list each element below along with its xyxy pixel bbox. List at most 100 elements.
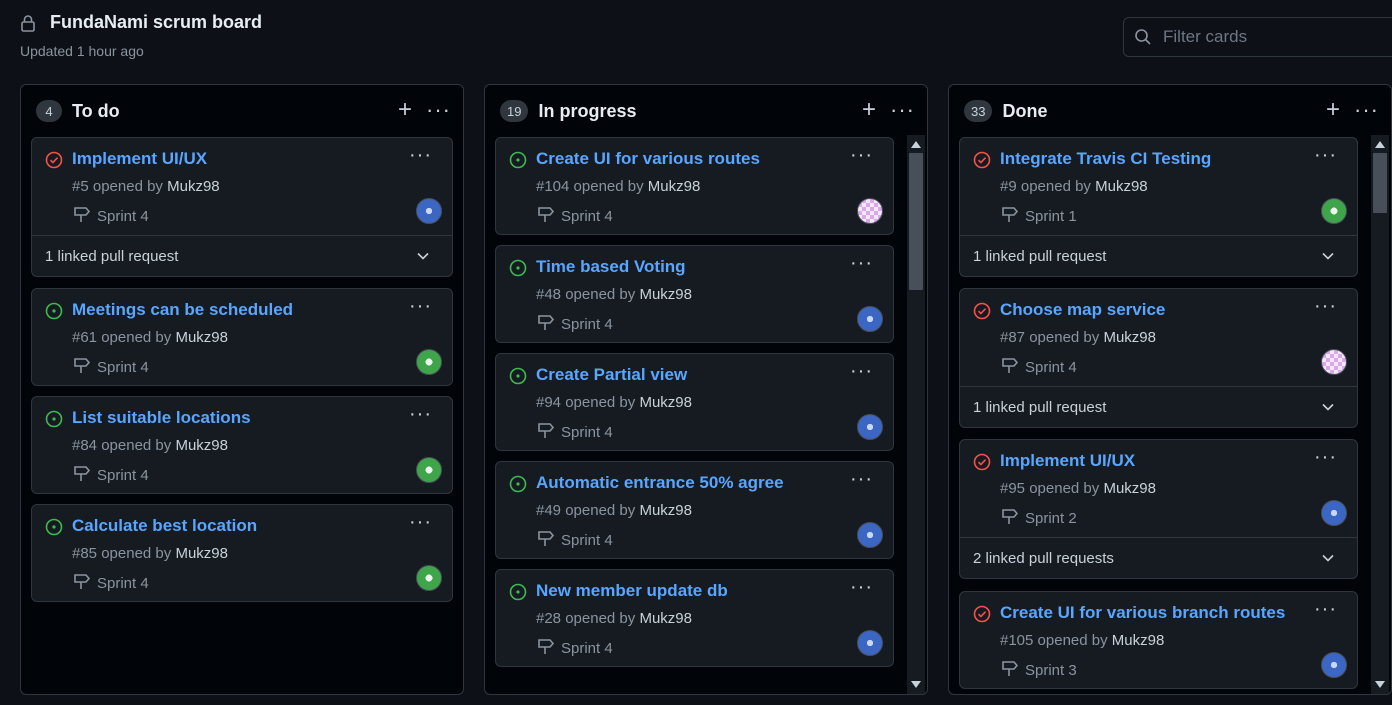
milestone[interactable]: Sprint 4 — [536, 636, 613, 660]
card-menu-button[interactable]: ··· — [1314, 598, 1337, 621]
card-menu-button[interactable]: ··· — [409, 295, 432, 318]
card-menu-button[interactable]: ··· — [409, 511, 432, 534]
card-menu-button[interactable]: ··· — [850, 360, 873, 383]
issue-title-link[interactable]: Implement UI/UX — [72, 149, 207, 169]
add-card-button[interactable]: + — [1326, 98, 1340, 122]
card-menu-button[interactable]: ··· — [850, 144, 873, 167]
scroll-down-arrow[interactable] — [1375, 681, 1385, 688]
issue-title-link[interactable]: Create UI for various routes — [536, 149, 760, 169]
issue-card[interactable]: Automatic entrance 50% agree #49 opened b… — [495, 461, 894, 559]
issue-card[interactable]: List suitable locations #84 opened by Muk… — [31, 396, 453, 494]
scroll-down-arrow[interactable] — [911, 681, 921, 688]
card-menu-button[interactable]: ··· — [850, 468, 873, 491]
milestone[interactable]: Sprint 2 — [1000, 506, 1077, 530]
author-link[interactable]: Mukz98 — [639, 394, 692, 411]
card-menu-button[interactable]: ··· — [1314, 144, 1337, 167]
scrollbar-thumb[interactable] — [909, 153, 923, 290]
issue-title-link[interactable]: Create UI for various branch routes — [1000, 603, 1285, 623]
issue-title-link[interactable]: Meetings can be scheduled — [72, 300, 293, 320]
issue-title-link[interactable]: Calculate best location — [72, 516, 257, 536]
assignee-avatar[interactable] — [857, 630, 883, 656]
assignee-avatar[interactable] — [416, 565, 442, 591]
assignee-avatar[interactable] — [1321, 349, 1347, 375]
column-menu-button[interactable]: ··· — [890, 99, 915, 121]
linked-pull-requests-toggle[interactable]: 2 linked pull requests — [960, 537, 1357, 579]
issue-title-link[interactable]: Automatic entrance 50% agree — [536, 473, 784, 493]
author-link[interactable]: Mukz98 — [167, 178, 220, 195]
milestone[interactable]: Sprint 4 — [1000, 355, 1077, 379]
issue-card[interactable]: Implement UI/UX #5 opened by Mukz98 Sprint… — [31, 137, 453, 277]
column-menu-button[interactable]: ··· — [1354, 99, 1379, 121]
scroll-up-arrow[interactable] — [911, 141, 921, 148]
assignee-avatar[interactable] — [416, 198, 442, 224]
issue-title-link[interactable]: Choose map service — [1000, 300, 1165, 320]
linked-pull-requests-toggle[interactable]: 1 linked pull request — [960, 235, 1357, 277]
column-scrollbar[interactable] — [1371, 135, 1389, 694]
assignee-avatar[interactable] — [1321, 198, 1347, 224]
linked-pull-requests-toggle[interactable]: 1 linked pull request — [32, 235, 452, 277]
issue-card[interactable]: Calculate best location #85 opened by Muk… — [31, 504, 453, 602]
issue-card[interactable]: Meetings can be scheduled #61 opened by M… — [31, 288, 453, 386]
scrollbar-thumb[interactable] — [1373, 153, 1387, 213]
issue-card[interactable]: Create UI for various branch routes #105 … — [959, 591, 1358, 689]
assignee-avatar[interactable] — [1321, 500, 1347, 526]
assignee-avatar[interactable] — [1321, 652, 1347, 678]
card-menu-button[interactable]: ··· — [850, 252, 873, 275]
issue-title-link[interactable]: Time based Voting — [536, 257, 686, 277]
assignee-avatar[interactable] — [857, 522, 883, 548]
author-link[interactable]: Mukz98 — [1095, 178, 1148, 195]
card-menu-button[interactable]: ··· — [1314, 295, 1337, 318]
milestone[interactable]: Sprint 1 — [1000, 204, 1077, 228]
issue-title-link[interactable]: Create Partial view — [536, 365, 687, 385]
filter-cards-field[interactable] — [1123, 17, 1392, 57]
linked-pull-requests-toggle[interactable]: 1 linked pull request — [960, 386, 1357, 428]
assignee-avatar[interactable] — [857, 414, 883, 440]
milestone[interactable]: Sprint 4 — [72, 463, 149, 487]
issue-title-link[interactable]: New member update db — [536, 581, 728, 601]
issue-card[interactable]: Integrate Travis CI Testing #9 opened by … — [959, 137, 1358, 277]
milestone[interactable]: Sprint 4 — [72, 204, 149, 228]
milestone-label: Sprint 4 — [1025, 358, 1077, 376]
board-title: FundaNami scrum board — [50, 12, 263, 32]
issue-card[interactable]: New member update db #28 opened by Mukz98… — [495, 569, 894, 667]
issue-title-link[interactable]: List suitable locations — [72, 408, 251, 428]
milestone[interactable]: Sprint 4 — [72, 571, 149, 595]
assignee-avatar[interactable] — [857, 198, 883, 224]
author-link[interactable]: Mukz98 — [1112, 632, 1165, 649]
author-link[interactable]: Mukz98 — [175, 437, 228, 454]
assignee-avatar[interactable] — [416, 457, 442, 483]
assignee-avatar[interactable] — [416, 349, 442, 375]
milestone[interactable]: Sprint 4 — [536, 528, 613, 552]
milestone[interactable]: Sprint 4 — [536, 420, 613, 444]
author-link[interactable]: Mukz98 — [639, 502, 692, 519]
card-menu-button[interactable]: ··· — [1314, 446, 1337, 469]
issue-title-link[interactable]: Implement UI/UX — [1000, 451, 1135, 471]
issue-card[interactable]: Choose map service #87 opened by Mukz98 Sp… — [959, 288, 1358, 428]
milestone[interactable]: Sprint 4 — [72, 355, 149, 379]
scroll-up-arrow[interactable] — [1375, 141, 1385, 148]
card-menu-button[interactable]: ··· — [409, 403, 432, 426]
add-card-button[interactable]: + — [862, 98, 876, 122]
issue-card[interactable]: Time based Voting #48 opened by Mukz98 Spr… — [495, 245, 894, 343]
author-link[interactable]: Mukz98 — [1103, 329, 1156, 346]
assignee-avatar[interactable] — [857, 306, 883, 332]
issue-card[interactable]: Implement UI/UX #95 opened by Mukz98 Sprin… — [959, 439, 1358, 579]
author-link[interactable]: Mukz98 — [648, 178, 701, 195]
milestone[interactable]: Sprint 4 — [536, 312, 613, 336]
author-link[interactable]: Mukz98 — [639, 610, 692, 627]
milestone[interactable]: Sprint 4 — [536, 204, 613, 228]
card-menu-button[interactable]: ··· — [409, 144, 432, 167]
issue-card[interactable]: Create UI for various routes #104 opened … — [495, 137, 894, 235]
author-link[interactable]: Mukz98 — [175, 545, 228, 562]
column-scrollbar[interactable] — [907, 135, 925, 694]
author-link[interactable]: Mukz98 — [639, 286, 692, 303]
author-link[interactable]: Mukz98 — [1103, 480, 1156, 497]
card-menu-button[interactable]: ··· — [850, 576, 873, 599]
milestone[interactable]: Sprint 3 — [1000, 658, 1077, 682]
author-link[interactable]: Mukz98 — [175, 329, 228, 346]
issue-title-link[interactable]: Integrate Travis CI Testing — [1000, 149, 1211, 169]
column-menu-button[interactable]: ··· — [426, 99, 451, 121]
add-card-button[interactable]: + — [398, 98, 412, 122]
filter-cards-input[interactable] — [1163, 27, 1383, 47]
issue-card[interactable]: Create Partial view #94 opened by Mukz98 S… — [495, 353, 894, 451]
